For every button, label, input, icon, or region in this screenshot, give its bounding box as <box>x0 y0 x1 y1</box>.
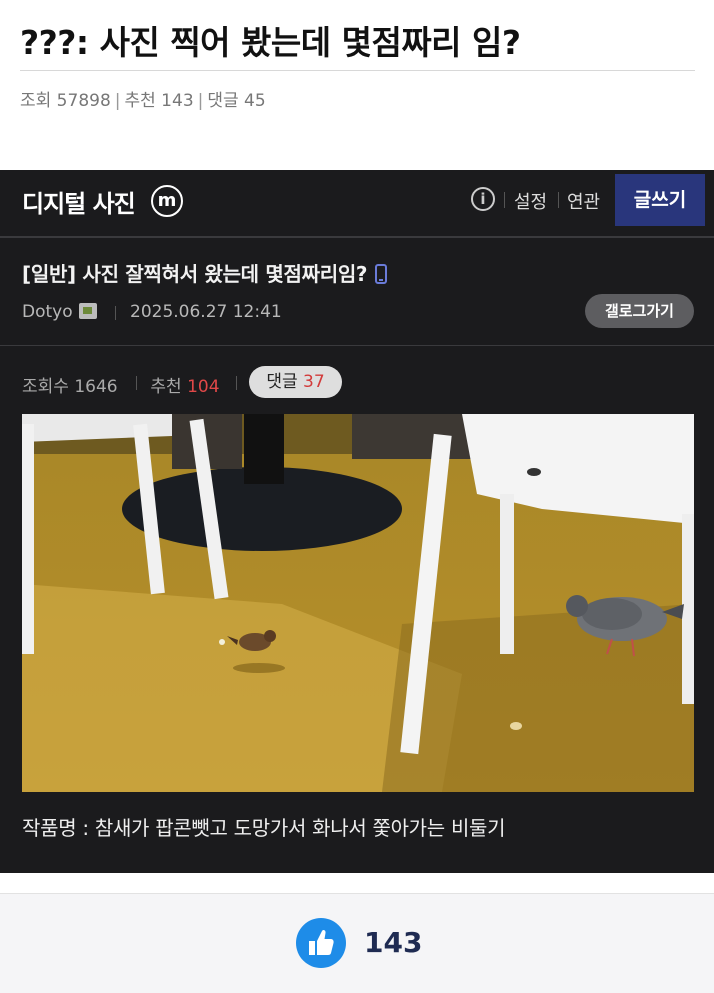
chair-leg <box>500 494 514 654</box>
meta-separator: | <box>114 91 121 111</box>
fixed-nick-icon <box>78 303 97 319</box>
comment-label: 댓글 <box>266 372 298 392</box>
recommend-area: 143 <box>0 893 714 993</box>
recommend-value: 104 <box>187 377 220 397</box>
write-button[interactable]: 글쓰기 <box>615 174 705 226</box>
post-date: 2025.06.27 12:41 <box>130 302 282 322</box>
settings-link[interactable]: 설정 <box>514 188 547 214</box>
like-button[interactable] <box>296 918 346 968</box>
post-stat-row: 조회수 1646 추천 104 <box>22 372 220 397</box>
stat-divider <box>236 376 237 390</box>
author-name[interactable]: Dotyo <box>22 302 73 322</box>
post-title-text: [일반] 사진 잘찍혀서 왔는데 몇점짜리임? <box>22 262 368 286</box>
header-divider-line <box>0 236 714 238</box>
mobile-icon <box>375 264 388 284</box>
meta-separator: | <box>197 91 204 111</box>
chair-hole <box>527 468 541 476</box>
comment-button[interactable]: 댓글 37 <box>249 366 342 398</box>
photo-illustration <box>22 414 694 792</box>
post-photo <box>22 414 694 792</box>
views-label: 조회수 1646 <box>22 377 118 397</box>
title-divider <box>20 70 695 71</box>
minor-gallery-icon: m <box>151 185 183 217</box>
post-divider <box>0 345 714 346</box>
header-divider <box>504 192 505 208</box>
like-count: 143 <box>364 926 423 959</box>
comment-value: 37 <box>303 372 325 392</box>
recommend-count: 추천 143 <box>124 91 194 111</box>
post-stats: 조회 57898 | 추천 143 | 댓글 45 <box>20 86 266 111</box>
recommend-label: 추천 <box>150 377 182 397</box>
views-count: 조회 57898 <box>20 91 111 111</box>
page-title: ???: 사진 찍어 봤는데 몇점짜리 임? <box>20 23 521 62</box>
thumbs-up-icon <box>309 929 334 955</box>
author-divider <box>115 306 116 320</box>
post-title: [일반] 사진 잘찍혀서 왔는데 몇점짜리임? <box>22 258 388 287</box>
gallery-header: 디지털 사진 m i 설정 연관 글쓰기 <box>0 170 714 236</box>
embedded-screenshot: 디지털 사진 m i 설정 연관 글쓰기 [일반] 사진 잘찍혀서 왔는데 몇점… <box>0 170 714 873</box>
post-author[interactable]: Dotyo <box>22 302 97 322</box>
chair-leg <box>682 514 694 704</box>
related-link[interactable]: 연관 <box>567 188 600 214</box>
info-icon[interactable]: i <box>471 187 495 211</box>
popcorn <box>510 722 522 730</box>
gallog-button[interactable]: 갤로그가기 <box>585 294 694 328</box>
stat-divider <box>136 376 137 390</box>
table-pole <box>244 414 284 484</box>
comment-count: 댓글 45 <box>207 91 266 111</box>
chair-leg <box>22 424 34 654</box>
header-divider <box>558 192 559 208</box>
person-legs <box>352 414 482 459</box>
photo-caption: 작품명 : 참새가 팝콘뺏고 도망가서 화나서 쫓아가는 비둘기 <box>22 816 506 840</box>
gallery-name[interactable]: 디지털 사진 <box>22 184 136 219</box>
